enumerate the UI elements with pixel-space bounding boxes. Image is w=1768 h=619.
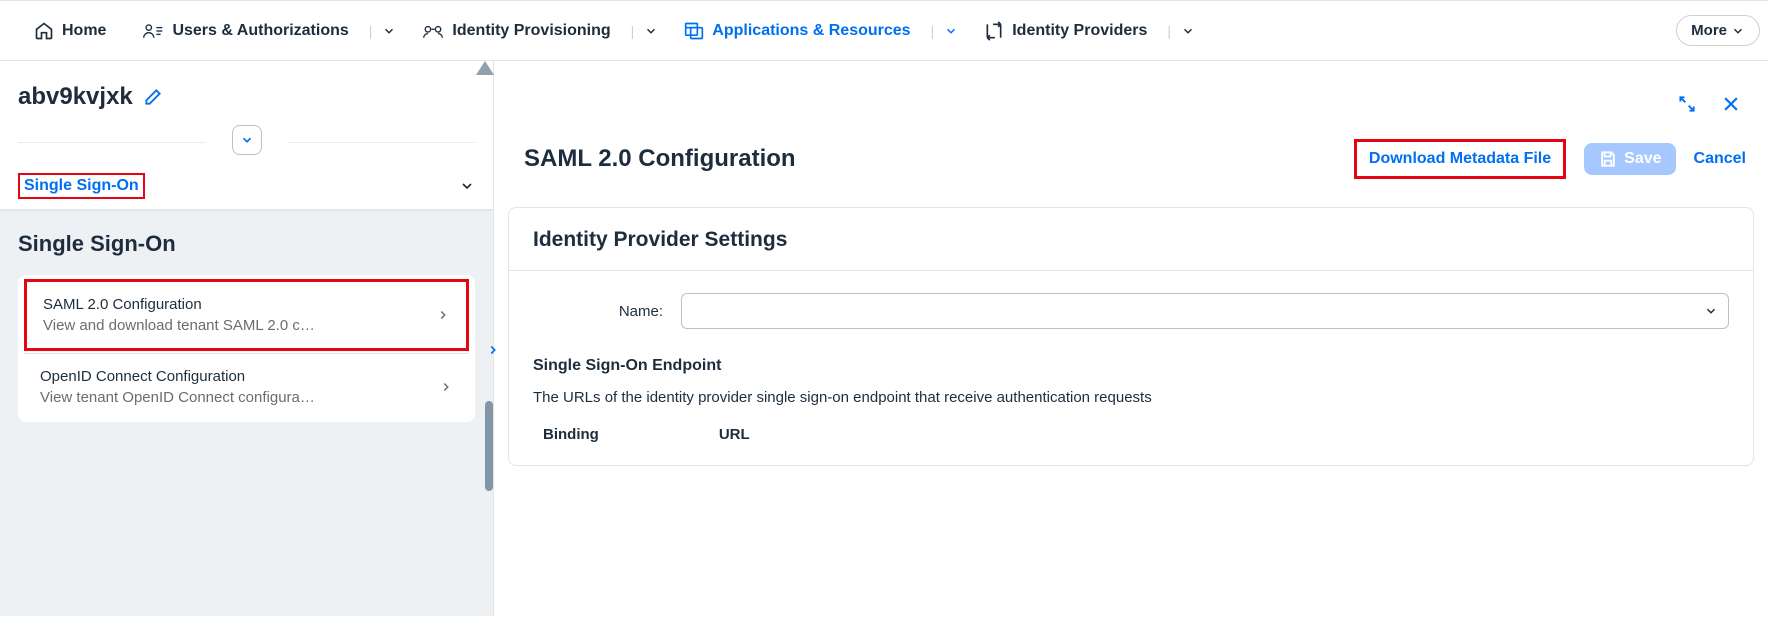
chevron-right-icon bbox=[436, 308, 450, 322]
edit-tenant-button[interactable] bbox=[143, 87, 163, 107]
nav-more-label: More bbox=[1691, 22, 1727, 39]
list-item-oidc-config[interactable]: OpenID Connect Configuration View tenant… bbox=[24, 353, 469, 420]
scrollbar-thumb[interactable] bbox=[485, 401, 493, 491]
applications-icon bbox=[684, 21, 704, 41]
list-item-subtitle: View and download tenant SAML 2.0 c… bbox=[43, 317, 436, 334]
detail-title: SAML 2.0 Configuration bbox=[524, 145, 1336, 173]
nav-apps-label: Applications & Resources bbox=[712, 22, 910, 40]
list-item-subtitle: View tenant OpenID Connect configura… bbox=[40, 389, 439, 406]
save-icon bbox=[1598, 149, 1618, 169]
chevron-right-icon bbox=[439, 380, 453, 394]
list-item-saml-config[interactable]: SAML 2.0 Configuration View and download… bbox=[27, 282, 466, 348]
nav-users-dropdown[interactable] bbox=[378, 20, 400, 42]
nav-users[interactable]: Users & Authorizations bbox=[128, 13, 362, 49]
idp-sync-icon bbox=[984, 21, 1004, 41]
section-heading: Single Sign-On bbox=[18, 231, 475, 257]
nav-idps-label: Identity Providers bbox=[1012, 22, 1147, 40]
close-button[interactable] bbox=[1716, 89, 1746, 119]
save-button[interactable]: Save bbox=[1584, 143, 1675, 175]
nav-home[interactable]: Home bbox=[20, 13, 120, 49]
left-pane: abv9kvjxk Single Sign-On Single Sign-On bbox=[0, 61, 494, 616]
scroll-up-triangle-icon[interactable] bbox=[476, 61, 494, 75]
list-item-title: SAML 2.0 Configuration bbox=[43, 296, 436, 313]
right-pane: SAML 2.0 Configuration Download Metadata… bbox=[494, 61, 1768, 616]
nav-identity-providers[interactable]: Identity Providers bbox=[970, 13, 1161, 49]
idp-settings-title: Identity Provider Settings bbox=[509, 208, 1753, 271]
top-nav: Home Users & Authorizations | Identity P… bbox=[0, 1, 1768, 61]
section-tab-sso[interactable]: Single Sign-On bbox=[18, 173, 145, 199]
tenant-name: abv9kvjxk bbox=[18, 83, 133, 111]
nav-more-button[interactable]: More bbox=[1676, 15, 1760, 46]
nav-home-label: Home bbox=[62, 22, 106, 40]
nav-identity-provisioning[interactable]: Identity Provisioning bbox=[408, 13, 624, 49]
cancel-button[interactable]: Cancel bbox=[1694, 150, 1746, 168]
nav-apps-dropdown[interactable] bbox=[940, 20, 962, 42]
sso-endpoint-description: The URLs of the identity provider single… bbox=[533, 389, 1729, 406]
fullscreen-button[interactable] bbox=[1672, 89, 1702, 119]
users-icon bbox=[142, 21, 164, 41]
name-select-input[interactable] bbox=[681, 293, 1729, 329]
sso-endpoint-heading: Single Sign-On Endpoint bbox=[533, 357, 1729, 375]
nav-idp-prov-label: Identity Provisioning bbox=[452, 22, 610, 40]
provisioning-icon bbox=[422, 21, 444, 41]
name-field-label: Name: bbox=[533, 303, 663, 320]
endpoint-table-headers: Binding URL bbox=[533, 426, 1729, 443]
collapse-header-button[interactable] bbox=[232, 125, 262, 155]
list-item-title: OpenID Connect Configuration bbox=[40, 368, 439, 385]
home-icon bbox=[34, 21, 54, 41]
nav-idp-prov-dropdown[interactable] bbox=[640, 20, 662, 42]
idp-settings-panel: Identity Provider Settings Name: Single … bbox=[508, 207, 1754, 466]
nav-applications[interactable]: Applications & Resources bbox=[670, 13, 924, 49]
col-url: URL bbox=[719, 426, 750, 443]
col-binding: Binding bbox=[543, 426, 599, 443]
nav-users-label: Users & Authorizations bbox=[172, 22, 348, 40]
section-tab-dropdown[interactable] bbox=[459, 178, 475, 194]
download-metadata-link[interactable]: Download Metadata File bbox=[1354, 139, 1566, 179]
nav-idps-dropdown[interactable] bbox=[1177, 20, 1199, 42]
save-button-label: Save bbox=[1624, 150, 1661, 168]
splitter-handle[interactable] bbox=[485, 339, 501, 361]
